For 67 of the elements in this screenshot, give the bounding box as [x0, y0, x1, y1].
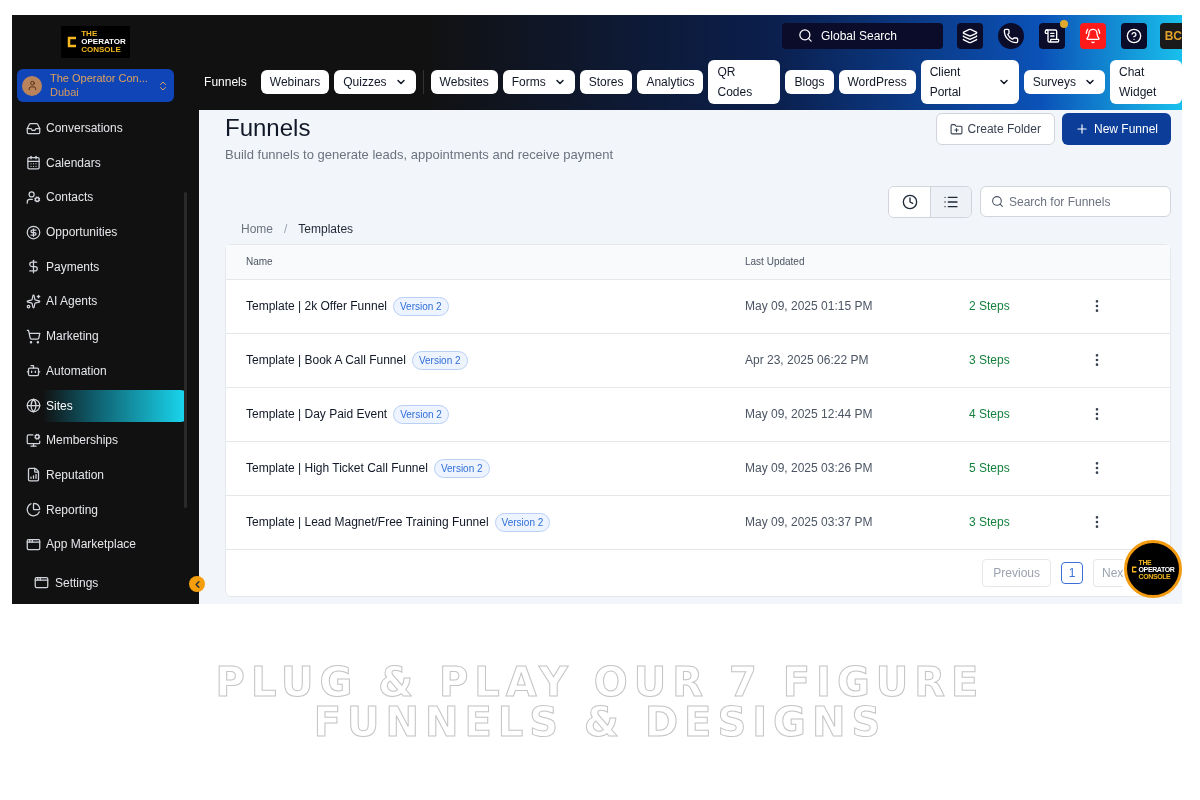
account-location: Dubai	[50, 85, 80, 100]
updated-date: May 09, 2025 01:15 PM	[745, 298, 874, 315]
updated-date: May 09, 2025 12:44 PM	[745, 406, 874, 423]
sidebar-item[interactable]: Contacts	[17, 181, 187, 214]
sidebar-item[interactable]: App Marketplace	[17, 528, 187, 561]
updated-date: May 09, 2025 03:26 PM	[745, 460, 874, 477]
user-avatar[interactable]: BC	[1160, 22, 1182, 49]
logo-text: THE	[81, 30, 99, 38]
page-subtitle: Build funnels to generate leads, appointments and receive payment	[225, 146, 614, 164]
page-button[interactable]: 1	[1061, 561, 1083, 584]
breadcrumb-separator: /	[284, 220, 288, 238]
nav-tab[interactable]: QR Codes	[708, 59, 781, 104]
version-badge: Version 2	[411, 350, 468, 370]
nav-tab[interactable]: Surveys	[1023, 69, 1105, 94]
sidebar-item[interactable]: Memberships	[17, 424, 187, 457]
version-badge: Version 2	[433, 458, 490, 478]
settings-item[interactable]: Settings	[17, 568, 187, 597]
global-search[interactable]: Global Search	[782, 22, 943, 49]
breadcrumb-item: Templates	[298, 220, 354, 238]
account-name: The Operator Con...	[50, 71, 149, 86]
nav-tab[interactable]: Quizzes	[334, 69, 416, 94]
nav-tab[interactable]: Websites	[430, 69, 498, 94]
logo-text: CONSOLE	[81, 46, 122, 54]
version-badge: Version 2	[494, 512, 551, 532]
sidebar-item[interactable]: Conversations	[17, 112, 187, 144]
logo-text: OPERATOR	[81, 38, 126, 46]
search-field[interactable]: Search for Funnels	[980, 186, 1171, 217]
updated-date: May 09, 2025 03:37 PM	[745, 514, 874, 531]
sidebar-item[interactable]: Calendars	[17, 146, 187, 179]
sidebar-item[interactable]: Opportunities	[17, 216, 187, 249]
create-folder-button[interactable]: Create Folder	[935, 113, 1055, 145]
column-header: Name	[245, 255, 274, 269]
steps-count: 3 Steps	[969, 514, 1011, 531]
steps-count: 4 Steps	[969, 406, 1011, 423]
sidebar-item[interactable]: Automation	[17, 354, 187, 387]
sidebar-item[interactable]: Reputation	[17, 458, 187, 491]
sidebar-item[interactable]: AI Agents	[17, 285, 187, 318]
column-header: Last Updated	[745, 255, 805, 269]
nav-tab[interactable]: Webinars	[260, 69, 330, 94]
nav-tab[interactable]: Client Portal	[920, 59, 1019, 104]
nav-tab[interactable]: Analytics	[637, 69, 704, 94]
headline: PLUG & PLAY OUR 7 FIGURE	[215, 662, 985, 702]
page-title: Funnels	[225, 113, 312, 143]
breadcrumb-item[interactable]: Home	[241, 219, 273, 238]
nav-tab[interactable]: Blogs	[785, 69, 834, 94]
sidebar-item[interactable]: Marketing	[17, 320, 187, 353]
steps-count: 2 Steps	[969, 298, 1011, 315]
funnel-name[interactable]: Template | 2k Offer Funnel	[246, 297, 387, 315]
funnel-name[interactable]: Template | High Ticket Call Funnel	[246, 459, 428, 477]
funnel-name[interactable]: Template | Book A Call Funnel	[246, 351, 406, 369]
steps-count: 5 Steps	[969, 460, 1011, 477]
funnel-name[interactable]: Template | Lead Magnet/Free Training Funnel	[246, 513, 489, 531]
nav-tab[interactable]: Forms	[502, 69, 575, 94]
nav-tab[interactable]: Chat Widget	[1110, 59, 1182, 104]
account-switcher[interactable]: The Operator Con... Dubai	[17, 69, 175, 102]
sidebar-item[interactable]: Reporting	[17, 493, 187, 526]
updated-date: Apr 23, 2025 06:22 PM	[745, 352, 870, 369]
funnel-name[interactable]: Template | Day Paid Event	[246, 405, 388, 423]
new-funnel-button[interactable]: New Funnel	[1061, 113, 1171, 145]
steps-count: 3 Steps	[969, 352, 1011, 369]
nav-tab[interactable]: WordPress	[838, 69, 916, 94]
version-badge: Version 2	[392, 296, 449, 316]
version-badge: Version 2	[393, 404, 449, 424]
sidebar-item[interactable]: Payments	[17, 250, 187, 283]
nav-tab[interactable]: Stores	[579, 69, 633, 94]
nav-label: Funnels	[204, 73, 247, 91]
headline: FUNNELS & DESIGNS	[313, 702, 887, 742]
